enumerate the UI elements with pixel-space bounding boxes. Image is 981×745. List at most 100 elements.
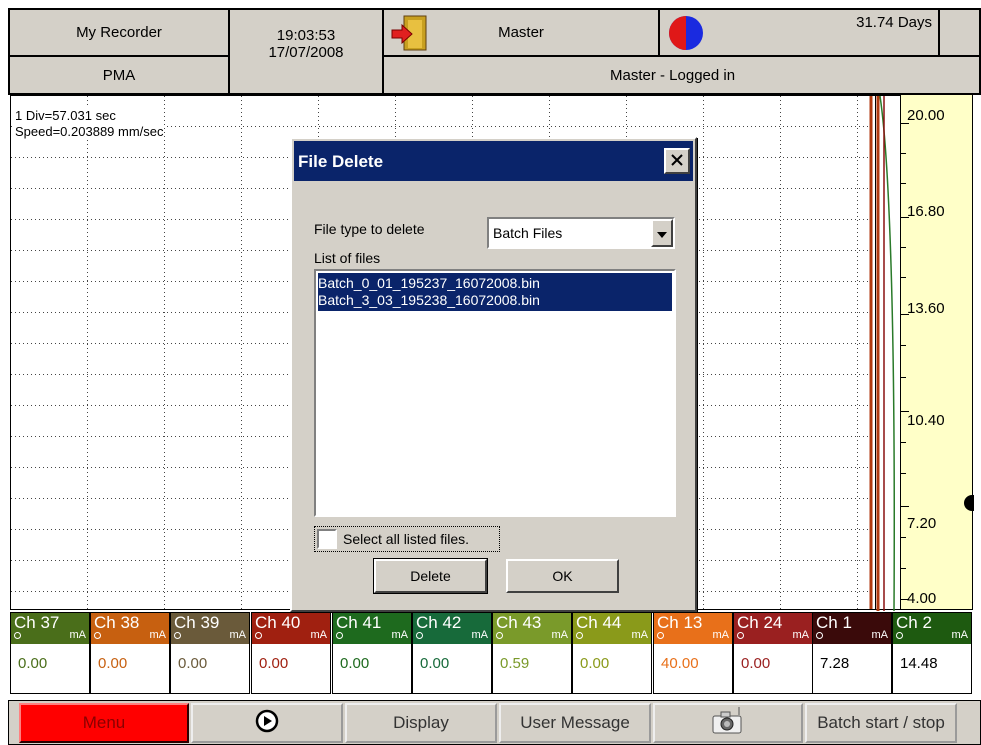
- channel-box[interactable]: Ch 2 mA 14.48: [892, 612, 972, 694]
- channel-unit: mA: [951, 629, 969, 641]
- list-label: List of files: [314, 250, 381, 266]
- bottom-bar: Menu Display User Message Batch start / …: [8, 700, 981, 745]
- channel-header: Ch 2 mA: [893, 613, 971, 644]
- channel-value: 0.00: [98, 655, 128, 672]
- channel-header: Ch 37 mA: [11, 613, 89, 644]
- channel-box[interactable]: Ch 38 mA 0.00: [90, 612, 170, 694]
- delete-label: Delete: [410, 568, 451, 584]
- channel-name: Ch 44: [576, 613, 622, 632]
- batch-label: Batch start / stop: [817, 713, 945, 732]
- scale-label: 13.60: [907, 300, 945, 317]
- file-delete-dialog: File Delete File type to delete Batch Fi…: [290, 137, 697, 612]
- channel-header: Ch 1 mA: [813, 613, 891, 644]
- channel-box[interactable]: Ch 44 mA 0.00: [572, 612, 652, 694]
- channel-name: Ch 40: [255, 613, 301, 632]
- display-label: Display: [393, 713, 449, 732]
- alarm-dot-icon: [576, 632, 583, 639]
- channel-value: 0.00: [420, 655, 450, 672]
- channel-unit: mA: [229, 629, 247, 641]
- alarm-dot-icon: [336, 632, 343, 639]
- close-icon: [671, 153, 683, 170]
- channel-box[interactable]: Ch 39 mA 0.00: [170, 612, 250, 694]
- channel-box[interactable]: Ch 37 mA 0.00: [10, 612, 90, 694]
- channel-box[interactable]: Ch 41 mA 0.00: [332, 612, 412, 694]
- channel-value: 7.28: [820, 655, 850, 672]
- channel-unit: mA: [471, 629, 489, 641]
- scale-label: 7.20: [907, 515, 937, 532]
- select-all-checkbox[interactable]: [317, 529, 337, 549]
- channel-value: 0.00: [580, 655, 610, 672]
- select-all-label: Select all listed files.: [343, 531, 470, 547]
- datetime-cell: 19:03:53 17/07/2008: [229, 9, 383, 94]
- channel-box[interactable]: Ch 24 mA 0.00: [733, 612, 813, 694]
- scale-label: 20.00: [907, 107, 945, 124]
- header-spare-cell: [939, 9, 980, 56]
- channel-header: Ch 42 mA: [413, 613, 491, 644]
- file-type-select[interactable]: Batch Files: [487, 217, 675, 249]
- recorder-name: My Recorder: [76, 24, 162, 41]
- user-level-cell[interactable]: Master: [383, 9, 659, 56]
- user-message-label: User Message: [520, 713, 630, 732]
- door-arrow-icon: [390, 14, 428, 52]
- screenshot-button[interactable]: [653, 703, 803, 743]
- menu-button[interactable]: Menu: [19, 703, 189, 743]
- list-item[interactable]: Batch_0_01_195237_16072008.bin: [318, 275, 540, 292]
- alarm-dot-icon: [174, 632, 181, 639]
- file-type-label: File type to delete: [314, 221, 425, 237]
- scale-label: 4.00: [907, 590, 937, 607]
- alarm-dot-icon: [737, 632, 744, 639]
- scale-label: 10.40: [907, 412, 945, 429]
- channel-unit: mA: [871, 629, 889, 641]
- batch-start-stop-button[interactable]: Batch start / stop: [805, 703, 957, 743]
- delete-button[interactable]: Delete: [374, 559, 487, 593]
- play-circle-icon: [255, 709, 279, 738]
- file-type-value: Batch Files: [493, 225, 563, 241]
- trace-strip: [876, 95, 900, 612]
- channel-value: 0.59: [500, 655, 530, 672]
- channel-name: Ch 37: [14, 613, 60, 632]
- user-message-button[interactable]: User Message: [499, 703, 651, 743]
- channel-name: Ch 1: [816, 613, 852, 632]
- dropdown-button[interactable]: [651, 219, 673, 247]
- close-button[interactable]: [664, 148, 690, 174]
- channel-value: 40.00: [661, 655, 699, 672]
- channel-header: Ch 44 mA: [573, 613, 651, 644]
- alarm-dot-icon: [416, 632, 423, 639]
- channel-header: Ch 40 mA: [252, 613, 330, 644]
- date-text: 17/07/2008: [268, 43, 344, 61]
- play-button[interactable]: [191, 703, 343, 743]
- channel-name: Ch 42: [416, 613, 462, 632]
- dialog-titlebar[interactable]: File Delete: [294, 141, 693, 181]
- user-status: Master - Logged in: [610, 66, 736, 84]
- profile-name: PMA: [102, 66, 136, 84]
- div-info: 1 Div=57.031 sec: [15, 108, 116, 123]
- scale-bar: 20.00 16.80 13.60 10.40 7.20 4.00: [900, 95, 974, 610]
- channel-box[interactable]: Ch 43 mA 0.59: [492, 612, 572, 694]
- channel-box[interactable]: Ch 13 mA 40.00: [653, 612, 733, 694]
- channel-header: Ch 24 mA: [734, 613, 812, 644]
- channel-unit: mA: [310, 629, 328, 641]
- user-level: Master: [498, 24, 544, 41]
- chevron-down-icon: [657, 225, 667, 242]
- display-button[interactable]: Display: [345, 703, 497, 743]
- channel-box[interactable]: Ch 42 mA 0.00: [412, 612, 492, 694]
- channel-box[interactable]: Ch 1 mA 7.28: [812, 612, 892, 694]
- channel-value: 0.00: [18, 655, 48, 672]
- channel-name: Ch 39: [174, 613, 220, 632]
- channel-name: Ch 2: [896, 613, 932, 632]
- alarm-dot-icon: [14, 632, 21, 639]
- ok-button[interactable]: OK: [506, 559, 619, 593]
- channel-unit: mA: [551, 629, 569, 641]
- channel-box[interactable]: Ch 40 mA 0.00: [251, 612, 331, 694]
- channel-header: Ch 38 mA: [91, 613, 169, 644]
- select-all-checkbox-row[interactable]: Select all listed files.: [314, 526, 500, 552]
- channel-unit: mA: [391, 629, 409, 641]
- pie-indicator-icon: [668, 15, 704, 51]
- alarm-dot-icon: [896, 632, 903, 639]
- channel-unit: mA: [631, 629, 649, 641]
- menu-label: Menu: [82, 713, 126, 732]
- time-text: 19:03:53: [276, 26, 336, 44]
- list-item[interactable]: Batch_3_03_195238_16072008.bin: [318, 292, 540, 309]
- file-list[interactable]: Batch_0_01_195237_16072008.bin Batch_3_0…: [314, 269, 676, 517]
- channel-header: Ch 13 mA: [654, 613, 732, 644]
